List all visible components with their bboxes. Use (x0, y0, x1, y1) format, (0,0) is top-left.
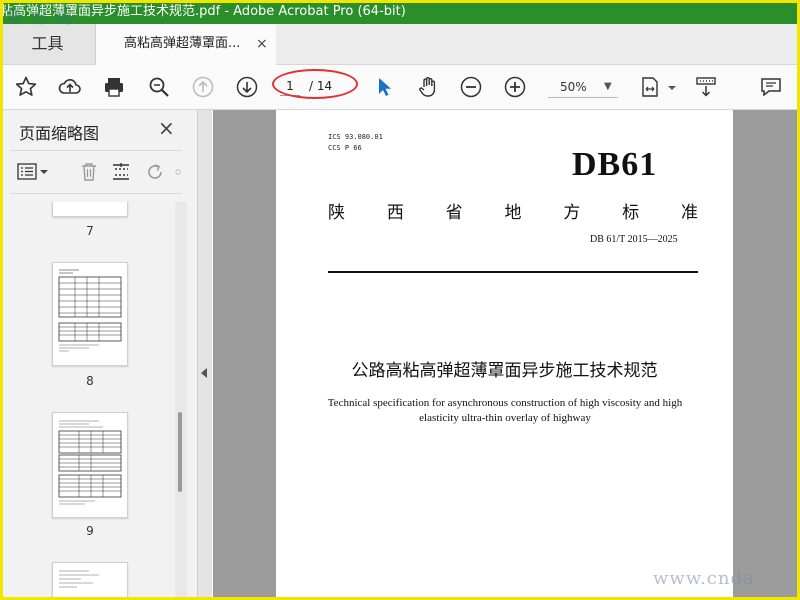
collapse-arrow-icon (201, 368, 207, 378)
thumbnail-page[interactable] (52, 412, 128, 518)
highlight-ellipse (272, 69, 358, 99)
thumbnail-page-number: 9 (86, 524, 94, 538)
panel-title: 页面缩略图 (19, 124, 100, 143)
thumbnail-toolbar (10, 150, 182, 194)
main-toolbar: 1 / 14 50% ▼ (0, 65, 800, 110)
tab-close-button[interactable]: × (256, 24, 268, 64)
fit-page-icon[interactable] (638, 75, 662, 99)
tab-document-label: 高粘高弹超薄罩面... (124, 36, 241, 51)
watermark-top: 看 标 网 (6, 8, 75, 27)
zoom-search-icon[interactable] (147, 75, 171, 99)
previous-page-icon[interactable] (191, 75, 215, 99)
panel-collapse-handle[interactable] (198, 110, 212, 600)
cloud-upload-icon[interactable] (58, 75, 82, 99)
ics-code: ICS 93.080.01 CCS P 66 (328, 132, 383, 154)
thumbnail-page[interactable] (52, 562, 128, 600)
watermark-bottom: www.cnda (653, 568, 755, 589)
zoom-level-select[interactable]: 50% ▼ (548, 77, 618, 98)
thumbnail-page-number: 7 (86, 224, 94, 238)
standard-prefix: DB61 (572, 146, 658, 183)
tab-document[interactable]: 高粘高弹超薄罩面... × (96, 24, 276, 65)
standard-type-char: 陕 (328, 203, 345, 223)
ccs-line: CCS P 66 (328, 144, 362, 152)
thumbnail-page[interactable] (52, 202, 128, 217)
standard-type-char: 地 (504, 203, 522, 223)
scrollbar-thumb[interactable] (178, 412, 182, 492)
select-cursor-icon[interactable] (373, 75, 397, 99)
standard-type-char: 标 (622, 203, 640, 223)
standard-type: 陕 西 省 地 方 标 准 (328, 198, 698, 223)
document-view: ICS 93.080.01 CCS P 66 DB61 陕 西 省 地 方 标 … (213, 110, 797, 600)
standard-type-char: 省 (445, 203, 463, 223)
rotate-page-icon[interactable] (144, 161, 166, 183)
thumbnail-list: 7 8 9 (0, 202, 197, 600)
hand-tool-icon[interactable] (416, 75, 440, 99)
options-menu-icon[interactable] (16, 161, 50, 183)
thumbnail-page-number: 8 (86, 374, 94, 388)
window-title-bar: 粘高弹超薄罩面异步施工技术规范.pdf - Adobe Acrobat Pro … (0, 0, 800, 24)
divider (328, 271, 698, 273)
page-thumbnails-panel: 页面缩略图 × 7 8 9 (0, 110, 198, 600)
extract-page-icon[interactable] (110, 161, 132, 183)
thumbnail-scrollbar[interactable] (175, 202, 187, 600)
tab-tools[interactable]: 工具 (0, 24, 96, 64)
standard-type-char: 准 (680, 203, 698, 223)
next-page-icon[interactable] (235, 75, 259, 99)
fit-options-chevron-icon[interactable] (660, 75, 676, 99)
standard-type-char: 方 (563, 203, 581, 223)
panel-close-button[interactable]: × (158, 116, 175, 140)
document-title-cn: 公路高粘高弹超薄罩面异步施工技术规范 (351, 361, 658, 381)
scroll-mode-icon[interactable] (694, 75, 718, 99)
document-gutter (734, 110, 797, 600)
standard-type-char: 西 (386, 203, 404, 223)
print-icon[interactable] (102, 75, 126, 99)
chevron-down-icon: ▼ (604, 81, 612, 92)
delete-page-icon[interactable] (78, 161, 100, 183)
more-tools-icon[interactable] (174, 161, 182, 183)
ics-line: ICS 93.080.01 (328, 133, 383, 141)
tab-bar: 工具 高粘高弹超薄罩面... × (0, 24, 800, 65)
pdf-page: ICS 93.080.01 CCS P 66 DB61 陕 西 省 地 方 标 … (276, 110, 733, 600)
thumbnail-page[interactable] (52, 262, 128, 366)
zoom-level-value: 50% (560, 80, 587, 94)
zoom-out-icon[interactable] (459, 75, 483, 99)
document-title-en: Technical specification for asynchronous… (327, 397, 683, 424)
standard-code: DB 61/T 2015—2025 (590, 234, 678, 245)
zoom-in-icon[interactable] (503, 75, 527, 99)
star-icon[interactable] (14, 75, 38, 99)
comment-icon[interactable] (759, 75, 783, 99)
